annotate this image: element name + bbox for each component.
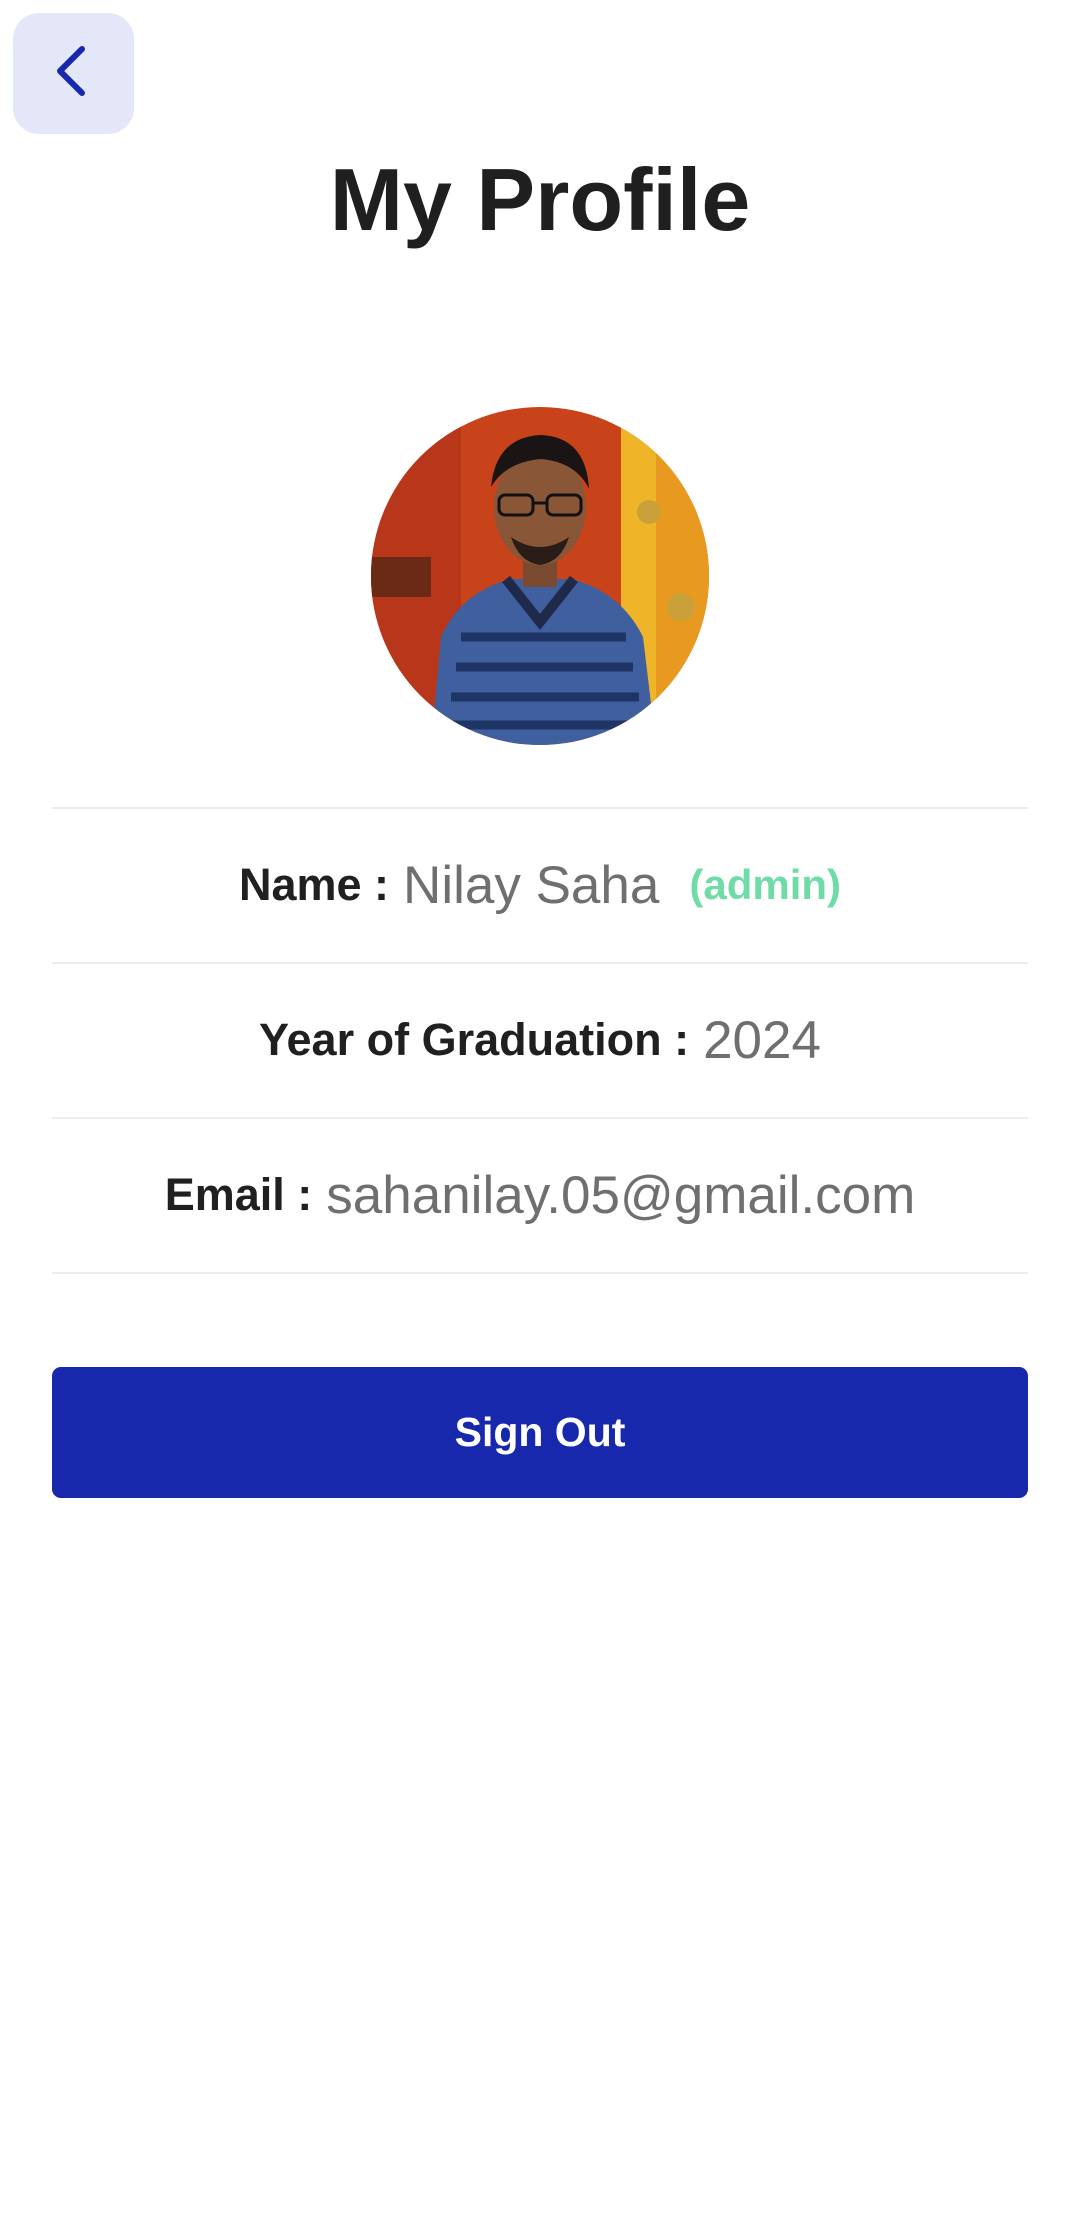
sign-out-button[interactable]: Sign Out <box>52 1367 1028 1498</box>
chevron-left-icon <box>44 41 104 106</box>
graduation-year-label: Year of Graduation : <box>259 1014 690 1065</box>
email-row: Email : sahanilay.05@gmail.com <box>52 1118 1028 1272</box>
page-title: My Profile <box>329 150 751 249</box>
divider <box>52 1272 1028 1274</box>
name-label: Name : <box>238 859 390 910</box>
avatar <box>371 407 709 745</box>
email-value: sahanilay.05@gmail.com <box>326 1165 916 1225</box>
name-value: Nilay Saha <box>403 855 660 915</box>
email-label: Email : <box>164 1169 313 1220</box>
graduation-year-row: Year of Graduation : 2024 <box>52 963 1028 1117</box>
name-row: Name : Nilay Saha (admin) <box>52 808 1028 962</box>
back-button[interactable] <box>13 13 134 134</box>
graduation-year-value: 2024 <box>703 1010 821 1070</box>
admin-role-badge: (admin) <box>689 861 842 908</box>
